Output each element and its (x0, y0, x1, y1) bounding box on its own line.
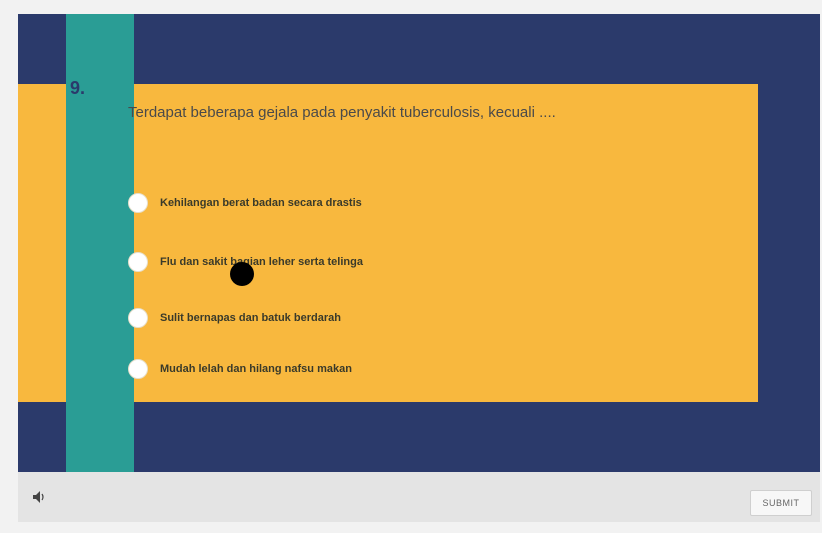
option-4[interactable]: Mudah lelah dan hilang nafsu makan (128, 356, 352, 382)
option-label: Mudah lelah dan hilang nafsu makan (160, 363, 352, 375)
option-label: Sulit bernapas dan batuk berdarah (160, 312, 341, 324)
submit-button[interactable]: SUBMIT (750, 490, 812, 516)
teal-accent-bar-overlay (66, 84, 134, 402)
speaker-icon[interactable] (30, 489, 50, 505)
radio-button[interactable] (128, 308, 148, 328)
player-controls-bar: SUBMIT (18, 472, 820, 522)
option-label: Flu dan sakit bagian leher serta telinga (160, 256, 363, 268)
quiz-frame (18, 14, 820, 472)
pointer-cursor-icon (230, 262, 254, 286)
question-number: 9. (70, 78, 86, 98)
radio-button[interactable] (128, 359, 148, 379)
radio-button[interactable] (128, 252, 148, 272)
option-3[interactable]: Sulit bernapas dan batuk berdarah (128, 305, 341, 331)
radio-button[interactable] (128, 193, 148, 213)
option-label: Kehilangan berat badan secara drastis (160, 197, 362, 209)
question-text: Terdapat beberapa gejala pada penyakit t… (128, 104, 556, 121)
option-1[interactable]: Kehilangan berat badan secara drastis (128, 190, 362, 216)
